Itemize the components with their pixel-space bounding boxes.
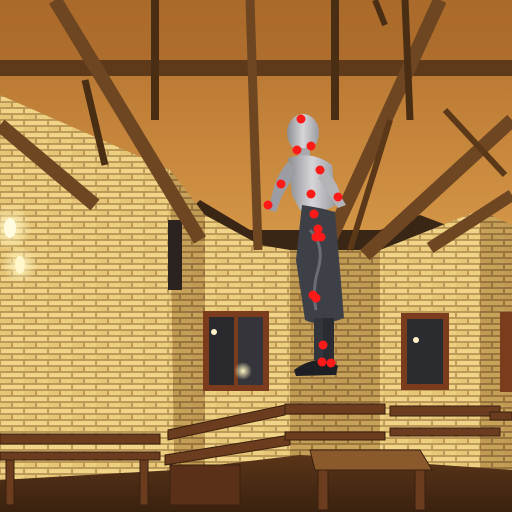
wall-panel <box>168 220 182 290</box>
keypoint-marker <box>315 165 325 175</box>
keypoint-marker <box>318 340 328 350</box>
keypoint-marker <box>333 192 343 202</box>
rendered-scene <box>0 0 512 512</box>
keypoint-marker <box>296 114 306 124</box>
keypoint-marker <box>317 357 327 367</box>
keypoint-marker <box>313 224 323 234</box>
keypoint-marker <box>306 189 316 199</box>
keypoint-marker <box>326 358 336 368</box>
window-left <box>203 311 269 391</box>
keypoint-marker <box>311 293 321 303</box>
keypoint-marker <box>309 209 319 219</box>
window-right <box>401 313 449 390</box>
window-far-right <box>500 312 512 392</box>
scene <box>0 0 512 512</box>
keypoint-marker <box>316 232 326 242</box>
keypoint-marker <box>306 141 316 151</box>
keypoint-marker <box>263 200 273 210</box>
keypoint-marker <box>276 179 286 189</box>
keypoint-marker <box>292 145 302 155</box>
